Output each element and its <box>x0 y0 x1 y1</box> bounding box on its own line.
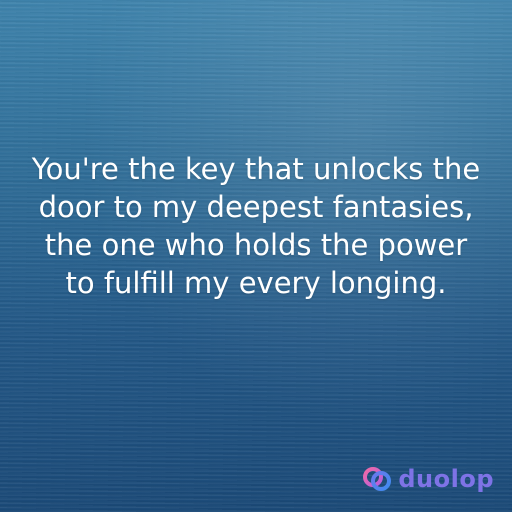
brand-watermark: duolop <box>362 464 494 494</box>
brand-name: duolop <box>398 465 494 493</box>
quote-text: You're the key that unlocks the door to … <box>31 152 481 300</box>
duolop-logo-icon <box>363 467 392 491</box>
